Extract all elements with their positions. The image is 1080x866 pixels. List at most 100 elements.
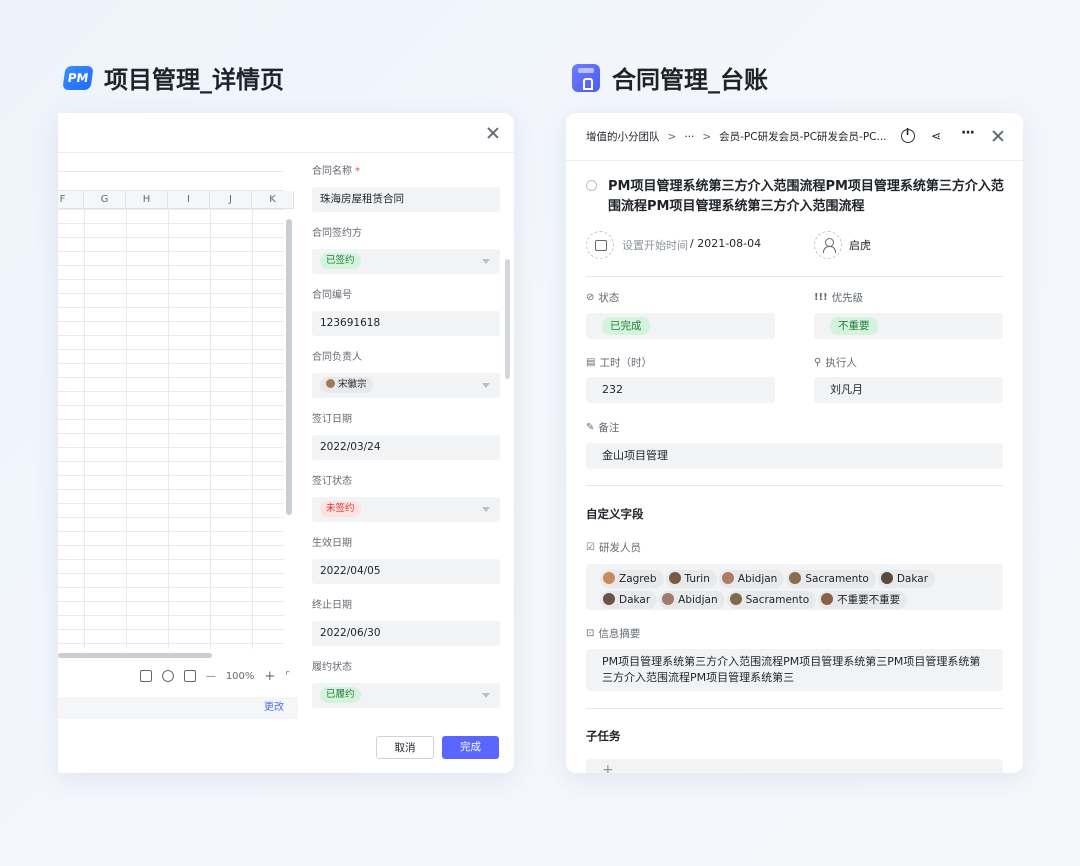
field-input[interactable]: 2022/06/30	[312, 621, 500, 646]
developer-chip[interactable]: Turin	[665, 569, 717, 588]
grid-view-icon[interactable]	[183, 670, 196, 682]
subtask-title: 子任务	[586, 729, 621, 743]
owner-avatar[interactable]	[814, 231, 842, 259]
change-link[interactable]: 更改	[264, 702, 284, 713]
field-label: 合同编号	[312, 290, 352, 301]
sheet-grid[interactable]	[58, 209, 284, 649]
field-label: 合同签约方	[312, 228, 362, 239]
text-icon: ⊡	[586, 628, 595, 639]
hours-label: ▤ 工时（时）	[586, 357, 652, 369]
contract-heading: 合同管理_台账	[572, 60, 768, 95]
field-input[interactable]: 珠海房屋租赁合同	[312, 187, 500, 212]
column-header[interactable]: I	[168, 191, 210, 208]
developer-chip[interactable]: Abidjan	[659, 590, 725, 609]
status-tag: 已签约	[320, 253, 361, 269]
developer-chip[interactable]: Sacramento	[786, 569, 876, 588]
avatar	[326, 379, 335, 388]
note-field[interactable]: 金山项目管理	[586, 443, 1003, 469]
avatar	[721, 571, 734, 584]
column-header[interactable]: K	[252, 191, 294, 208]
zoom-out-icon[interactable]: —	[206, 671, 216, 682]
project-heading-title: 项目管理_详情页	[104, 66, 284, 94]
close-icon[interactable]	[991, 129, 1005, 143]
field-input[interactable]: 已履约	[312, 683, 500, 708]
chevron-down-icon	[482, 383, 490, 388]
developers-label: ☑ 研发人员	[586, 542, 641, 554]
avatar	[603, 592, 615, 605]
developer-chip[interactable]: Zagreb	[600, 569, 664, 588]
avatar	[662, 592, 675, 605]
breadcrumb-current[interactable]: 会员-PC研发会员-PC研发会员-PC...	[719, 129, 886, 144]
assignee-field[interactable]: 刘凡月	[814, 377, 1003, 403]
developer-chip[interactable]: Dakar	[600, 590, 658, 609]
vertical-scrollbar[interactable]	[286, 219, 292, 515]
share-icon[interactable]: ⋖	[931, 129, 945, 143]
sheet-export-icon[interactable]	[139, 670, 152, 682]
formula-bar[interactable]	[58, 171, 284, 191]
start-date-value: / 2021-08-04	[690, 237, 762, 250]
zoom-in-icon[interactable]: +	[264, 669, 275, 684]
clock-icon: ▤	[586, 357, 596, 368]
chevron-down-icon	[482, 693, 490, 698]
developer-chip[interactable]: Abidjan	[718, 569, 785, 588]
pm-logo-icon: PM	[62, 65, 94, 90]
date-picker-button[interactable]	[586, 231, 614, 259]
summary-field[interactable]: PM项目管理系统第三方介入范围流程PM项目管理系统第三PM项目管理系统第三方介入…	[586, 649, 1003, 691]
field-label: 签订日期	[312, 414, 352, 425]
contract-ledger-panel: 增值的小分团队 > ··· > 会员-PC研发会员-PC研发会员-PC... ⋖…	[566, 113, 1023, 773]
person-icon	[823, 238, 836, 253]
column-header[interactable]: H	[126, 191, 168, 208]
contract-logo-icon	[572, 63, 600, 92]
cancel-button[interactable]: 取消	[376, 736, 434, 759]
field-input[interactable]: 未签约	[312, 497, 500, 522]
avatar	[668, 571, 681, 584]
field-input[interactable]: 宋徽宗	[312, 373, 500, 398]
more-icon[interactable]: ···	[961, 126, 975, 143]
field-input[interactable]: 2022/03/24	[312, 435, 500, 460]
priority-badge: 不重要	[830, 317, 878, 335]
developer-chip[interactable]: Sacramento	[726, 590, 817, 609]
start-date-placeholder[interactable]: 设置开始时间	[622, 237, 688, 253]
horizontal-scrollbar[interactable]	[58, 653, 212, 658]
user-icon: ⚲	[814, 357, 822, 368]
developer-chip[interactable]: Dakar	[877, 569, 936, 588]
sheet-share-icon[interactable]	[161, 670, 174, 682]
avatar	[603, 571, 615, 584]
column-header-row: FGHIJK	[58, 191, 294, 209]
avatar	[880, 571, 893, 584]
custom-fields-title: 自定义字段	[586, 507, 644, 521]
complete-button[interactable]: 完成	[442, 736, 499, 759]
breadcrumb-ellipsis[interactable]: ···	[684, 131, 694, 143]
field-input[interactable]: 123691618	[312, 311, 500, 336]
form-scrollbar[interactable]	[505, 259, 510, 379]
info-icon[interactable]	[901, 128, 915, 143]
complete-checkbox[interactable]	[586, 180, 597, 191]
sheet-footer: 更改	[58, 697, 298, 719]
user-chip: 宋徽宗	[320, 377, 373, 393]
zoom-level: 100%	[225, 670, 255, 682]
checkbox-icon: ☑	[586, 542, 595, 553]
column-header[interactable]: J	[210, 191, 252, 208]
fullscreen-icon[interactable]: ⌜	[285, 671, 290, 682]
developer-chip[interactable]: 不重要不重要	[818, 590, 908, 609]
plus-icon: +	[602, 762, 614, 773]
contract-heading-title: 合同管理_台账	[612, 66, 768, 94]
field-input[interactable]: 2022/04/05	[312, 559, 500, 584]
close-icon[interactable]	[486, 126, 500, 140]
field-input[interactable]: 已签约	[312, 249, 500, 274]
note-label: ✎ 备注	[586, 422, 620, 434]
add-subtask-button[interactable]: +	[586, 759, 1003, 773]
task-title[interactable]: PM项目管理系统第三方介入范围流程PM项目管理系统第三方介入范围流程PM项目管理…	[608, 177, 1004, 217]
breadcrumb-team[interactable]: 增值的小分团队	[586, 129, 660, 144]
hours-field[interactable]: 232	[586, 377, 775, 403]
spreadsheet-preview[interactable]: FGHIJK — 100% + ⌜ 更改	[58, 153, 298, 719]
priority-label: !!! 优先级	[814, 292, 864, 304]
assignee-label: ⚲ 执行人	[814, 357, 857, 369]
summary-label: ⊡ 信息摘要	[586, 628, 641, 640]
status-field[interactable]: 已完成	[586, 313, 775, 339]
developers-field[interactable]: Zagreb Turin Abidjan Sacramento DakarDakar Ab…	[586, 564, 1003, 610]
priority-field[interactable]: 不重要	[814, 313, 1003, 339]
column-header[interactable]: F	[58, 191, 84, 208]
column-header[interactable]: G	[84, 191, 126, 208]
status-label: ⊘ 状态	[586, 292, 620, 304]
